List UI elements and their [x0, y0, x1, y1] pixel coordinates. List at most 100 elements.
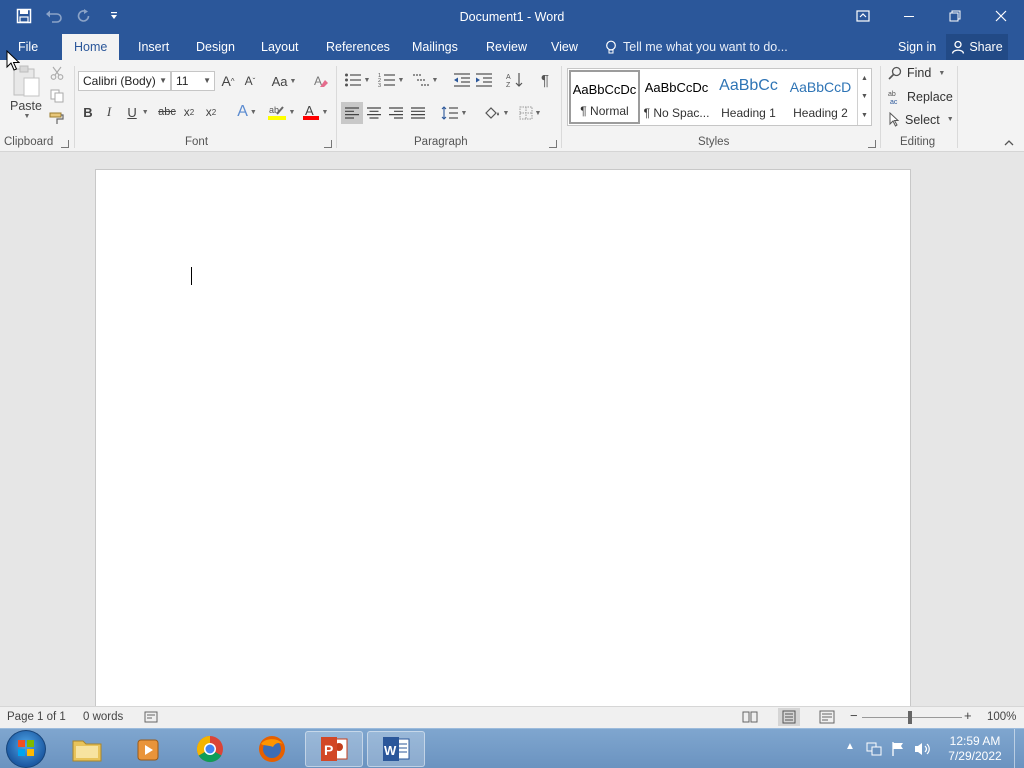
justify-button[interactable] [408, 102, 428, 124]
style-normal[interactable]: AaBbCcDc ¶ Normal [569, 70, 640, 124]
shrink-font-glyph: A [244, 74, 253, 88]
outdent-icon [454, 73, 470, 87]
show-hidden-icons-button[interactable]: ▲ [845, 741, 855, 752]
restore-icon [949, 10, 961, 22]
taskbar-powerpoint[interactable]: P [305, 731, 363, 767]
decrease-indent-button[interactable] [452, 70, 472, 90]
system-clock[interactable]: 12:59 AM 7/29/2022 [940, 734, 1010, 764]
show-desktop-button[interactable] [1014, 729, 1024, 768]
chevron-down-icon[interactable]: ▼ [861, 93, 868, 100]
zoom-in-button[interactable]: + [964, 708, 972, 723]
clear-formatting-button[interactable]: A [311, 71, 331, 91]
group-divider [74, 66, 75, 148]
strikethrough-button[interactable]: abc [156, 102, 178, 122]
taskbar-explorer[interactable] [58, 731, 116, 767]
ribbon-display-options-button[interactable] [840, 0, 886, 32]
svg-text:W: W [384, 743, 397, 758]
shrink-font-button[interactable]: Aˇ [241, 71, 259, 91]
zoom-slider-track[interactable] [862, 717, 962, 718]
zoom-out-button[interactable]: − [850, 708, 858, 723]
read-mode-button[interactable] [742, 710, 758, 727]
taskbar-word[interactable]: W [367, 731, 425, 767]
web-layout-button[interactable] [819, 710, 835, 727]
svg-text:P: P [324, 742, 333, 758]
taskbar-media-player[interactable] [119, 731, 177, 767]
ribbon-display-icon [856, 10, 870, 22]
svg-text:3: 3 [378, 83, 381, 88]
shading-button[interactable]: ▼ [481, 102, 511, 124]
align-right-button[interactable] [386, 102, 406, 124]
numbering-button[interactable]: 123 ▼ [376, 70, 406, 90]
zoom-level[interactable]: 100% [987, 711, 1016, 723]
action-center-flag-icon[interactable] [890, 741, 906, 760]
tab-design[interactable]: Design [184, 34, 247, 60]
tab-mailings[interactable]: Mailings [400, 34, 470, 60]
italic-button[interactable]: I [101, 102, 117, 122]
taskbar-chrome[interactable] [181, 731, 239, 767]
replace-button[interactable]: ab ac Replace [888, 89, 953, 105]
style-preview: AaBbCcDc [644, 80, 709, 95]
paragraph-launcher[interactable] [549, 140, 557, 148]
find-button[interactable]: Find ▼ [888, 66, 945, 80]
sort-button[interactable]: AZ [505, 70, 525, 90]
restore-button[interactable] [932, 0, 978, 32]
sign-in-link[interactable]: Sign in [898, 34, 936, 60]
cut-button[interactable] [48, 64, 66, 82]
decrease-icon: ˇ [252, 76, 256, 86]
style-heading-1[interactable]: AaBbCc Heading 1 [713, 70, 784, 124]
chevron-up-icon[interactable]: ▲ [861, 75, 868, 82]
chevron-down-icon: ▼ [363, 76, 371, 84]
borders-button[interactable]: ▼ [515, 102, 545, 124]
align-left-icon [345, 107, 359, 119]
tell-me-search[interactable]: Tell me what you want to do... [605, 34, 788, 60]
tab-layout[interactable]: Layout [249, 34, 311, 60]
copy-button[interactable] [48, 87, 66, 105]
word-count[interactable]: 0 words [83, 711, 123, 723]
style-heading-2[interactable]: AaBbCcD Heading 2 [785, 70, 856, 124]
tab-view[interactable]: View [539, 34, 590, 60]
volume-icon[interactable] [914, 741, 932, 760]
highlight-color-button[interactable]: ab ▼ [265, 102, 297, 122]
network-icon[interactable] [866, 741, 882, 760]
more-styles-icon[interactable]: ▼ [861, 112, 868, 119]
share-button[interactable]: Share [946, 34, 1008, 60]
text-effects-button[interactable]: A ▼ [233, 102, 261, 122]
bold-button[interactable]: B [80, 102, 96, 122]
align-center-button[interactable] [364, 102, 384, 124]
subscript-button[interactable]: x2 [180, 102, 198, 122]
clipboard-launcher[interactable] [61, 140, 69, 148]
page-count[interactable]: Page 1 of 1 [7, 711, 66, 723]
tab-home[interactable]: Home [62, 34, 120, 60]
zoom-slider-thumb[interactable] [908, 711, 912, 724]
font-size-combo[interactable]: 11 ▼ [171, 71, 215, 91]
document-page[interactable] [95, 169, 911, 709]
select-button[interactable]: Select ▼ [888, 112, 954, 127]
tab-insert[interactable]: Insert [126, 34, 181, 60]
font-launcher[interactable] [324, 140, 332, 148]
change-case-button[interactable]: Aa ▼ [269, 71, 299, 91]
format-painter-button[interactable] [48, 110, 66, 128]
font-name-combo[interactable]: Calibri (Body) ▼ [78, 71, 171, 91]
underline-button[interactable]: U ▼ [124, 102, 152, 122]
styles-gallery-scroll[interactable]: ▲ ▼ ▼ [857, 69, 871, 125]
superscript-button[interactable]: x2 [202, 102, 220, 122]
style-no-spacing[interactable]: AaBbCcDc ¶ No Spac... [641, 70, 712, 124]
start-button[interactable] [6, 730, 46, 768]
collapse-ribbon-button[interactable] [1002, 136, 1016, 148]
taskbar-firefox[interactable] [243, 731, 301, 767]
show-hide-marks-button[interactable]: ¶ [536, 70, 554, 90]
close-button[interactable] [978, 0, 1024, 32]
align-left-button[interactable] [341, 102, 363, 124]
tab-references[interactable]: References [314, 34, 402, 60]
increase-indent-button[interactable] [474, 70, 494, 90]
multilevel-list-button[interactable]: ▼ [410, 70, 440, 90]
bullets-button[interactable]: ▼ [342, 70, 372, 90]
tab-review[interactable]: Review [474, 34, 539, 60]
minimize-button[interactable] [886, 0, 932, 32]
proofing-button[interactable] [144, 710, 158, 727]
line-spacing-button[interactable]: ▼ [440, 102, 468, 124]
font-color-button[interactable]: A ▼ [299, 102, 331, 122]
styles-launcher[interactable] [868, 140, 876, 148]
print-layout-button[interactable] [778, 708, 800, 726]
grow-font-button[interactable]: A ^ [219, 71, 237, 91]
